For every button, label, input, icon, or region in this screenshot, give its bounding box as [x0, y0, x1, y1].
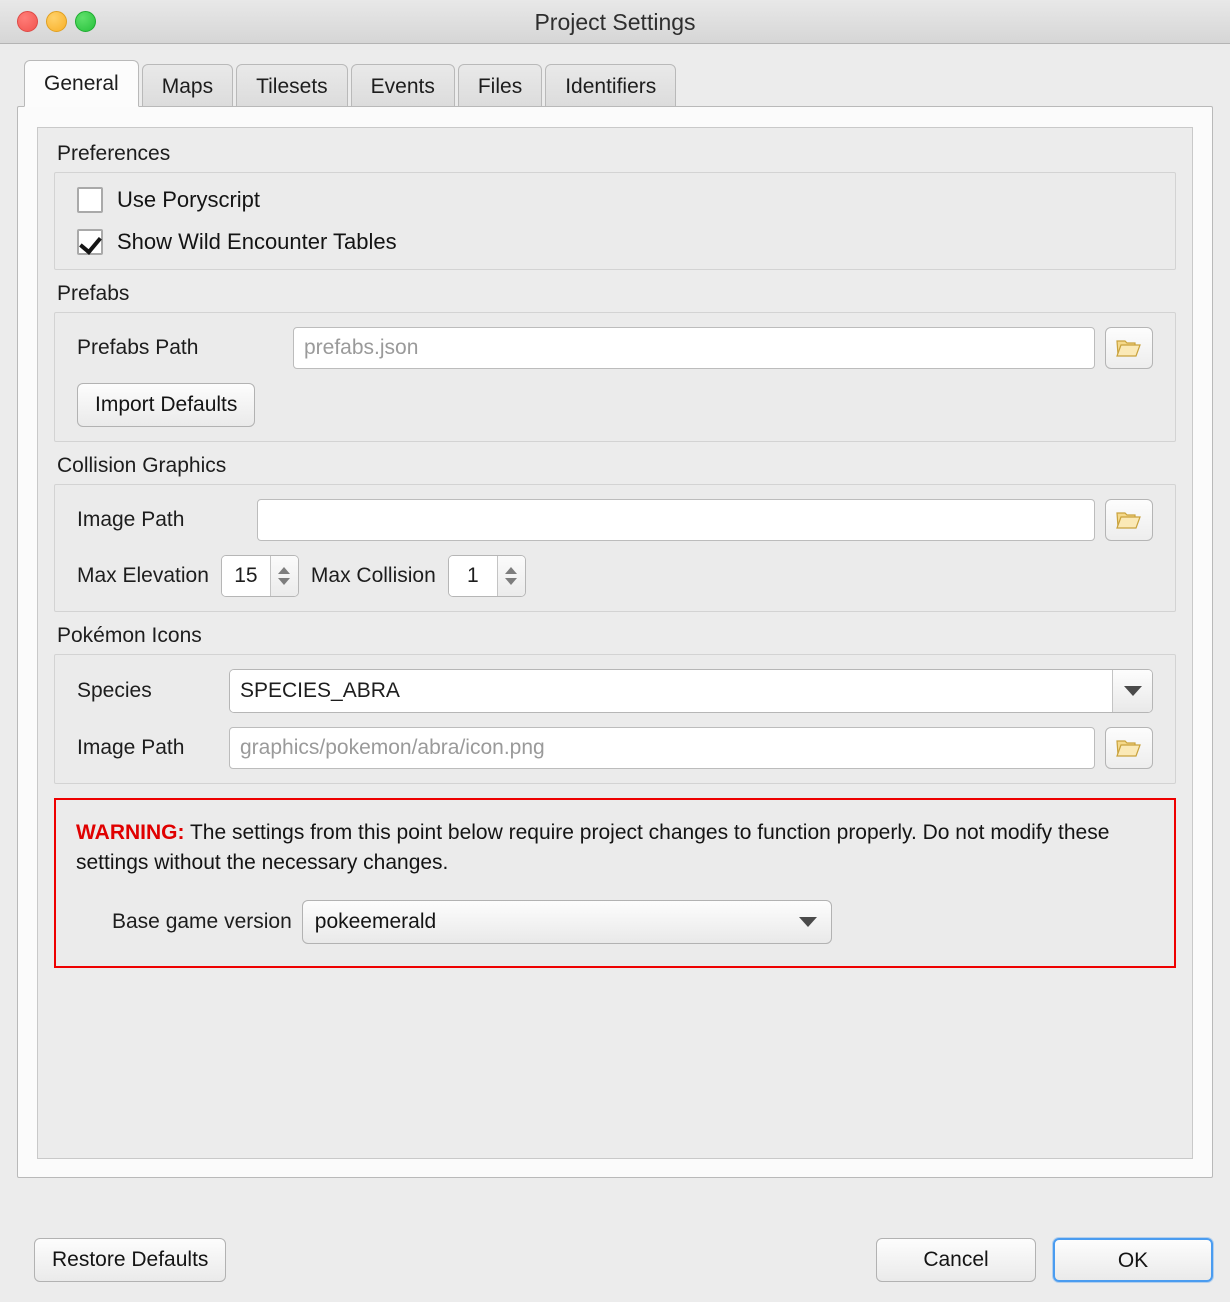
collision-graphics-group-frame: Image Path Max Elevation 15 Max Collisio…: [54, 484, 1176, 612]
prefabs-group: Prefabs Prefabs Path prefabs.json Import…: [54, 282, 1176, 442]
pokemon-image-path-browse-button[interactable]: [1105, 727, 1153, 769]
chevron-down-icon[interactable]: [278, 578, 291, 585]
species-label: Species: [77, 679, 152, 702]
chevron-down-icon: [1123, 686, 1142, 696]
warning-body-text: The settings from this point below requi…: [76, 821, 1110, 874]
prefabs-import-row: Import Defaults: [77, 383, 1153, 427]
pokemon-image-path-input[interactable]: graphics/pokemon/abra/icon.png: [229, 727, 1095, 769]
species-combobox[interactable]: SPECIES_ABRA: [229, 669, 1153, 713]
project-settings-window: Project Settings General Maps Tilesets E…: [0, 0, 1230, 1302]
tab-panel-general: Preferences Use Poryscript Show Wild Enc…: [17, 106, 1213, 1178]
tab-tilesets[interactable]: Tilesets: [236, 64, 348, 107]
pokemon-image-path-row: Image Path graphics/pokemon/abra/icon.pn…: [77, 727, 1153, 769]
dialog-body: General Maps Tilesets Events Files Ident…: [0, 44, 1230, 1220]
max-elevation-value[interactable]: 15: [221, 556, 270, 596]
max-collision-value[interactable]: 1: [448, 556, 497, 596]
titlebar: Project Settings: [0, 0, 1230, 44]
tab-general[interactable]: General: [24, 60, 139, 107]
import-defaults-button[interactable]: Import Defaults: [77, 383, 256, 427]
collision-image-path-row: Image Path: [77, 499, 1153, 541]
chevron-up-icon[interactable]: [278, 567, 291, 574]
preferences-group: Preferences Use Poryscript Show Wild Enc…: [54, 142, 1176, 270]
warning-keyword: WARNING:: [76, 821, 185, 844]
window-title: Project Settings: [534, 9, 696, 35]
use-poryscript-label: Use Poryscript: [117, 187, 261, 212]
settings-scroll-area: Preferences Use Poryscript Show Wild Enc…: [37, 127, 1193, 1159]
collision-limits-row: Max Elevation 15 Max Collision 1: [77, 555, 1153, 597]
max-collision-spinbox[interactable]: 1: [447, 555, 526, 597]
tab-files[interactable]: Files: [457, 64, 543, 107]
tab-bar: General Maps Tilesets Events Files Ident…: [17, 59, 1213, 107]
base-game-version-value: pokeemerald: [314, 910, 437, 933]
chevron-down-icon[interactable]: [505, 578, 518, 585]
show-wild-encounter-tables-label: Show Wild Encounter Tables: [117, 229, 397, 254]
prefabs-group-title: Prefabs: [57, 282, 130, 305]
warning-message: WARNING: The settings from this point be…: [76, 818, 1154, 878]
base-game-version-row: Base game version pokeemerald: [76, 900, 1154, 944]
pokemon-icons-group-frame: Species SPECIES_ABRA Image Path graphics…: [54, 654, 1176, 784]
max-elevation-spinbox[interactable]: 15: [220, 555, 299, 597]
base-game-version-label: Base game version: [112, 910, 292, 933]
collision-graphics-group: Collision Graphics Image Path Max Elevat…: [54, 454, 1176, 612]
max-elevation-label: Max Elevation: [77, 564, 209, 587]
chevron-up-icon[interactable]: [505, 567, 518, 574]
prefabs-path-browse-button[interactable]: [1105, 327, 1153, 369]
species-value[interactable]: SPECIES_ABRA: [230, 670, 1112, 712]
tab-identifiers[interactable]: Identifiers: [545, 64, 677, 107]
use-poryscript-checkbox[interactable]: [77, 187, 103, 213]
pokemon-image-path-label: Image Path: [77, 736, 185, 759]
tab-events[interactable]: Events: [350, 64, 455, 107]
pokemon-icons-group: Pokémon Icons Species SPECIES_ABRA Image…: [54, 624, 1176, 784]
collision-image-path-input[interactable]: [257, 499, 1095, 541]
folder-open-icon: [1116, 340, 1141, 357]
collision-image-path-browse-button[interactable]: [1105, 499, 1153, 541]
cancel-button[interactable]: Cancel: [876, 1238, 1036, 1282]
chevron-down-icon: [798, 917, 817, 927]
tab-maps[interactable]: Maps: [141, 64, 234, 107]
ok-button[interactable]: OK: [1053, 1238, 1213, 1282]
folder-open-icon: [1116, 740, 1141, 757]
dialog-footer: Restore Defaults Cancel OK: [0, 1220, 1230, 1302]
show-wild-encounter-tables-checkbox[interactable]: [77, 229, 103, 255]
preferences-group-frame: Use Poryscript Show Wild Encounter Table…: [54, 172, 1176, 270]
collision-image-path-label: Image Path: [77, 508, 185, 531]
pokemon-icons-group-title: Pokémon Icons: [57, 624, 202, 647]
prefabs-path-input[interactable]: prefabs.json: [293, 327, 1095, 369]
prefabs-group-frame: Prefabs Path prefabs.json Import Default…: [54, 312, 1176, 442]
prefabs-path-row: Prefabs Path prefabs.json: [77, 327, 1153, 369]
collision-graphics-group-title: Collision Graphics: [57, 454, 227, 477]
max-collision-stepper[interactable]: [496, 556, 525, 596]
prefabs-path-label: Prefabs Path: [77, 336, 199, 359]
show-wild-encounter-tables-row[interactable]: Show Wild Encounter Tables: [77, 229, 1153, 255]
species-row: Species SPECIES_ABRA: [77, 669, 1153, 713]
preferences-group-title: Preferences: [57, 142, 171, 165]
max-elevation-stepper[interactable]: [269, 556, 298, 596]
folder-open-icon: [1116, 512, 1141, 529]
max-collision-label: Max Collision: [310, 564, 436, 587]
base-game-version-combobox[interactable]: pokeemerald: [301, 900, 832, 944]
restore-defaults-button[interactable]: Restore Defaults: [34, 1238, 227, 1282]
warning-box: WARNING: The settings from this point be…: [54, 798, 1176, 968]
use-poryscript-row[interactable]: Use Poryscript: [77, 187, 1153, 213]
species-dropdown-button[interactable]: [1112, 670, 1152, 712]
